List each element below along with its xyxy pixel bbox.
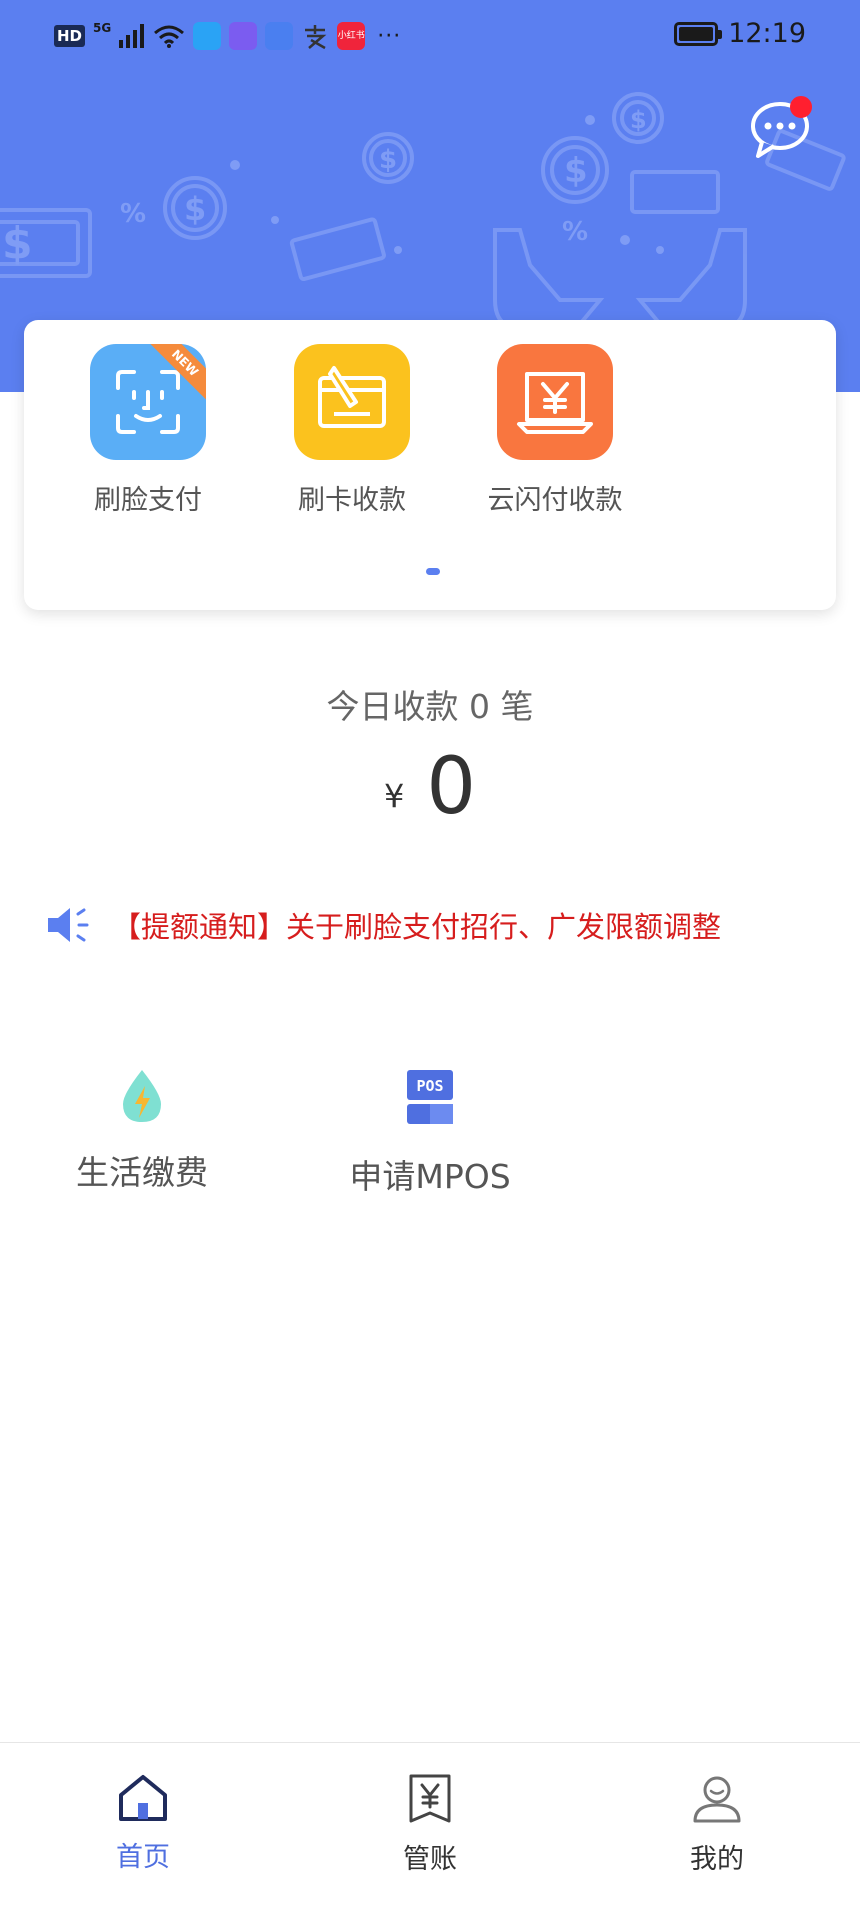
today-receipts-title: 今日收款 0 笔 — [326, 687, 534, 726]
amount-value: 0 — [426, 742, 476, 832]
utility-drop-icon — [123, 1070, 161, 1122]
education-icon — [265, 22, 294, 50]
apply-mpos-label: 申请MPOS — [349, 1157, 511, 1196]
quick-pass-icon — [497, 344, 613, 460]
status-bar-left: HD 5G 小红书 ··· — [54, 21, 402, 50]
signal-icon — [119, 24, 145, 48]
telegram-icon — [193, 22, 222, 50]
tab-ledger-label: 管账 — [403, 1844, 457, 1875]
tab-mine-label: 我的 — [690, 1844, 744, 1875]
card-swipe-icon — [294, 344, 410, 460]
svg-text:%: % — [562, 217, 588, 247]
status-bar: HD 5G 小红书 ··· 12:19 — [0, 0, 860, 72]
tab-home[interactable]: 首页 — [43, 1773, 243, 1874]
status-bar-right: 12:19 — [674, 18, 806, 49]
bottom-tab-bar: 首页 管账 我的 — [0, 1742, 860, 1911]
card-swipe-label: 刷卡收款 — [298, 485, 406, 516]
wifi-icon — [154, 25, 185, 48]
pos-icon: POS — [407, 1070, 453, 1124]
quick-pass-label: 云闪付收款 — [487, 485, 623, 516]
svg-text:%: % — [120, 199, 146, 229]
unread-badge — [790, 96, 812, 118]
svg-text:$: $ — [379, 145, 397, 175]
more-notifications-icon: ··· — [377, 23, 402, 49]
svg-text:POS: POS — [416, 1077, 443, 1095]
tab-ledger[interactable]: 管账 — [330, 1773, 530, 1876]
battery-icon — [674, 21, 723, 46]
tab-mine[interactable]: 我的 — [617, 1773, 817, 1876]
utility-payment-label: 生活缴费 — [76, 1153, 208, 1192]
user-icon — [693, 1776, 741, 1823]
tab-home-label: 首页 — [116, 1842, 170, 1873]
utility-payment-button[interactable]: 生活缴费 — [22, 1068, 262, 1194]
svg-text:$: $ — [2, 218, 33, 269]
svg-text:$: $ — [564, 151, 588, 191]
xiaohongshu-label: 小红书 — [337, 31, 365, 41]
today-amount: ¥0 — [0, 742, 860, 832]
ledger-icon — [409, 1774, 451, 1823]
quick-pass-button[interactable]: 云闪付收款 — [475, 344, 635, 517]
clock: 12:19 — [728, 18, 806, 49]
hd-indicator: HD — [54, 25, 86, 47]
quick-pay-card: NEW 刷脸支付 刷卡收款 云闪付收款 — [24, 320, 836, 610]
face-pay-button[interactable]: NEW 刷脸支付 — [68, 344, 228, 517]
5g-indicator: 5G — [93, 21, 112, 35]
apply-mpos-button[interactable]: POS 申请MPOS — [310, 1068, 550, 1198]
app-icon — [229, 22, 258, 50]
xiaohongshu-icon: 小红书 — [337, 22, 366, 50]
notice-text: 【提额通知】关于刷脸支付招行、广发限额调整 — [112, 910, 722, 944]
svg-text:$: $ — [630, 106, 647, 134]
page-indicator — [426, 568, 440, 575]
card-swipe-button[interactable]: 刷卡收款 — [272, 344, 432, 517]
face-pay-label: 刷脸支付 — [94, 485, 202, 516]
svg-text:$: $ — [184, 190, 206, 228]
home-icon — [119, 1775, 167, 1821]
alipay-icon — [305, 25, 327, 50]
notice-bar[interactable]: 【提额通知】关于刷脸支付招行、广发限额调整 — [46, 904, 721, 946]
speaker-icon — [48, 908, 89, 942]
face-scan-icon: NEW — [90, 344, 206, 460]
currency-symbol: ¥ — [384, 777, 405, 815]
